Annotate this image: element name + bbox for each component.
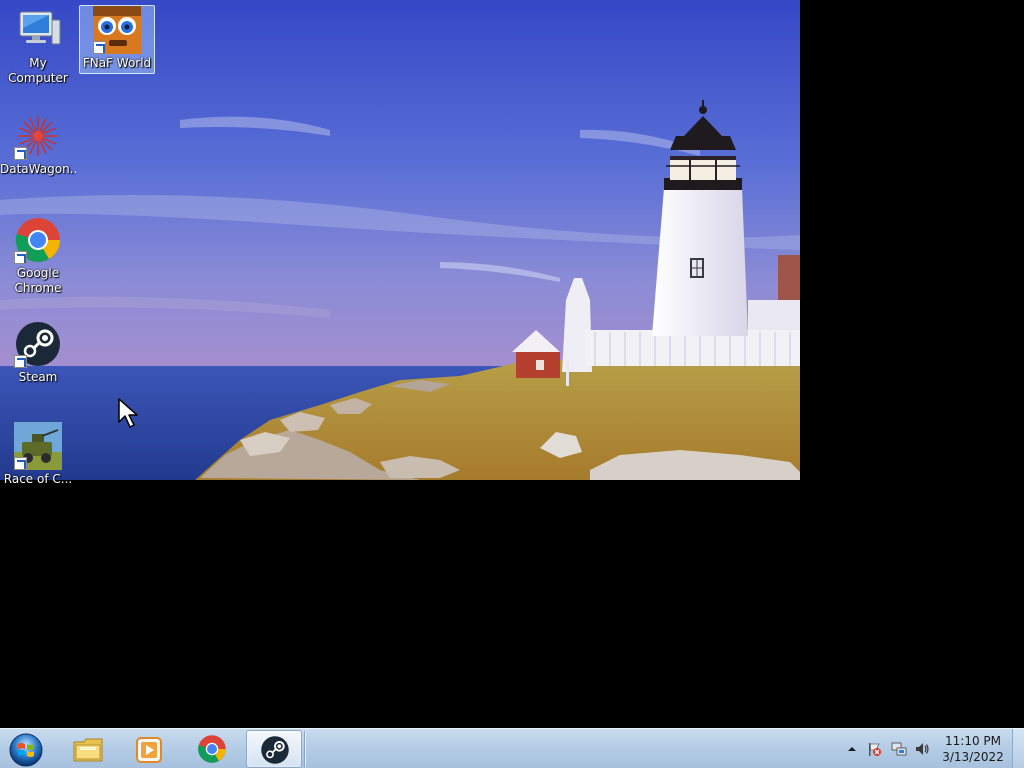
shortcut-arrow-icon [93, 41, 106, 54]
clock-date: 3/13/2022 [942, 750, 1004, 764]
chrome-icon [14, 216, 62, 264]
show-hidden-icons-arrow[interactable] [844, 741, 860, 757]
taskbar-google-chrome[interactable] [184, 730, 240, 768]
taskbar: 11:10 PM 3/13/2022 [0, 728, 1024, 768]
taskbar-steam[interactable] [246, 730, 302, 768]
desktop-icon-datawagon[interactable]: DataWagon... [0, 112, 76, 177]
chrome-icon [198, 735, 226, 763]
desktop-screen: My Computer FNaF World DataWagon... Goog… [0, 0, 1024, 768]
desktop-icon-race-game[interactable]: Race of C... [0, 422, 76, 487]
desktop-icon-label: Steam [18, 370, 58, 384]
desktop-icon-my-computer[interactable]: My Computer [0, 6, 76, 86]
network-icon[interactable] [891, 741, 907, 757]
desktop-icon-label: My Computer [8, 56, 68, 85]
shortcut-arrow-icon [14, 355, 27, 368]
mouse-cursor-icon [118, 398, 138, 428]
shortcut-arrow-icon [14, 457, 27, 470]
steam-icon [261, 736, 289, 764]
action-center-flag-icon[interactable] [866, 741, 882, 757]
fnaf-world-icon [93, 6, 141, 54]
media-player-icon [136, 737, 162, 763]
shortcut-arrow-icon [14, 251, 27, 264]
clock-time: 11:10 PM [945, 734, 1001, 748]
folder-icon [73, 738, 103, 762]
volume-icon[interactable] [914, 741, 930, 757]
taskbar-windows-explorer[interactable] [60, 730, 116, 768]
shortcut-arrow-icon [14, 147, 27, 160]
desktop-icon-label: FNaF World [82, 56, 152, 70]
desktop-icon-label: Race of C... [3, 472, 73, 486]
taskbar-media-player[interactable] [122, 730, 178, 768]
desktop-icon-steam[interactable]: Steam [0, 320, 76, 385]
taskbar-clock[interactable]: 11:10 PM 3/13/2022 [938, 733, 1008, 765]
steam-icon [14, 320, 62, 368]
desktop-icon-google-chrome[interactable]: Google Chrome [0, 216, 76, 296]
desktop-icon-fnaf-world[interactable]: FNaF World [79, 5, 155, 74]
desktop-icon-label: Google Chrome [14, 266, 62, 295]
windows-start-icon [9, 733, 43, 767]
show-desktop-button[interactable] [1012, 729, 1024, 768]
computer-icon [14, 6, 62, 54]
datawagon-icon [14, 112, 62, 160]
taskbar-separator [304, 731, 306, 767]
start-button[interactable] [6, 731, 46, 767]
game-jeep-icon [14, 422, 62, 470]
desktop-icon-label: DataWagon... [0, 162, 76, 176]
